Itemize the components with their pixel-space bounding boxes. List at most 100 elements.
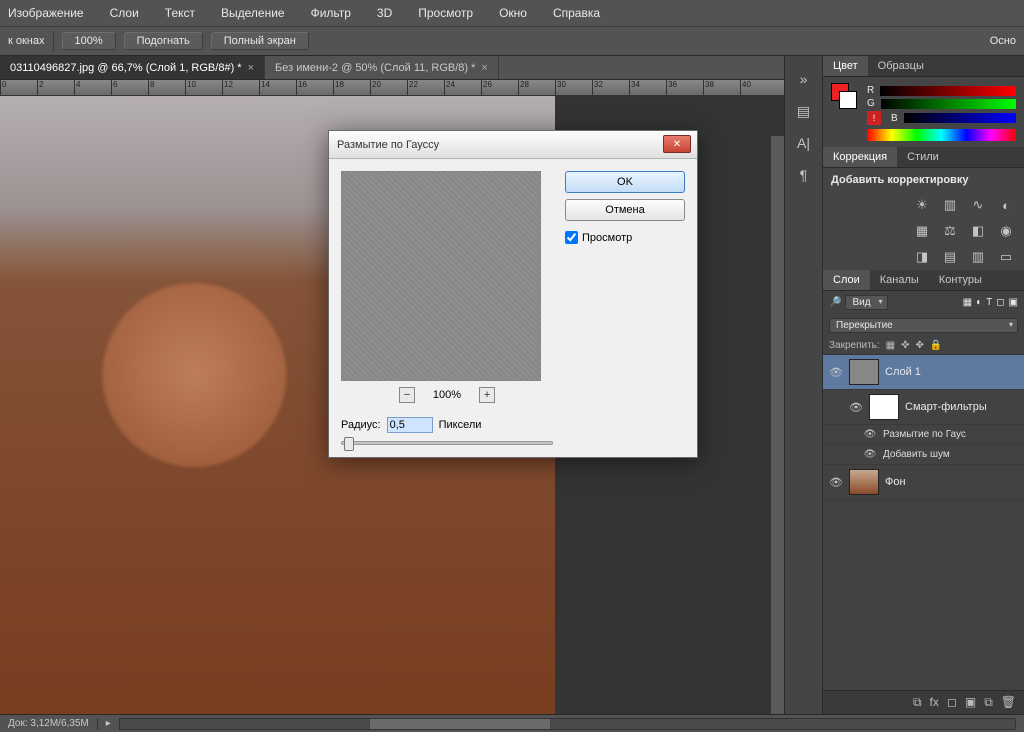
filter-type-icon[interactable]: T	[986, 297, 992, 308]
lock-pixels-icon[interactable]: ▦	[886, 340, 895, 351]
menu-item-3d[interactable]: 3D	[371, 4, 398, 22]
tab-layers[interactable]: Слои	[823, 270, 870, 290]
slider-r[interactable]	[880, 86, 1016, 96]
slider-b[interactable]	[904, 113, 1016, 123]
adj-levels-icon[interactable]: ▥	[940, 196, 960, 214]
adj-exposure-icon[interactable]: ◐	[996, 196, 1016, 214]
adj-threshold-icon[interactable]: ▥	[968, 248, 988, 266]
expand-panels-icon[interactable]: »	[794, 70, 814, 88]
filter-kind-icon[interactable]: 🔎	[829, 297, 841, 308]
radius-input[interactable]	[387, 417, 433, 433]
smart-filter-name[interactable]: Размытие по Гаус	[883, 429, 966, 440]
new-layer-icon[interactable]: ⧉	[984, 695, 993, 710]
document-tab-inactive[interactable]: Без имени-2 @ 50% (Слой 11, RGB/8) * ×	[265, 56, 499, 79]
radius-slider[interactable]	[341, 441, 553, 445]
ruler-tick: 2	[37, 80, 43, 95]
group-icon[interactable]: ▣	[965, 695, 976, 710]
tab-channels[interactable]: Каналы	[870, 270, 929, 290]
tab-styles[interactable]: Стили	[897, 147, 949, 167]
smart-filter-name[interactable]: Добавить шум	[883, 449, 950, 460]
character-panel-icon[interactable]: A|	[794, 134, 814, 152]
smart-filter-row[interactable]: 👁 Добавить шум	[823, 445, 1024, 465]
color-swatches[interactable]	[831, 83, 857, 141]
cancel-button[interactable]: Отмена	[565, 199, 685, 221]
document-tab-active[interactable]: 03110496827.jpg @ 66,7% (Слой 1, RGB/8#)…	[0, 56, 265, 79]
filter-smart-icon[interactable]: ▣	[1009, 297, 1018, 308]
adj-balance-icon[interactable]: ⚖	[940, 222, 960, 240]
menu-item-help[interactable]: Справка	[547, 4, 606, 22]
histogram-icon[interactable]: ▤	[794, 102, 814, 120]
label-g: G	[867, 98, 875, 109]
scrollbar-handle[interactable]	[370, 719, 550, 729]
tab-paths[interactable]: Контуры	[929, 270, 992, 290]
zoom-out-button[interactable]: −	[399, 387, 415, 403]
mask-icon[interactable]: ◻	[947, 695, 957, 710]
link-layers-icon[interactable]: ⧉	[913, 695, 922, 710]
adj-bw-icon[interactable]: ◧	[968, 222, 988, 240]
preview-checkbox[interactable]	[565, 231, 578, 244]
layer-row[interactable]: 👁 Слой 1	[823, 355, 1024, 390]
visibility-toggle[interactable]: 👁	[829, 476, 843, 489]
filter-adj-icon[interactable]: ◐	[976, 297, 982, 308]
background-swatch[interactable]	[839, 91, 857, 109]
dialog-titlebar[interactable]: Размытие по Гауссу ✕	[329, 131, 697, 159]
blend-mode-select[interactable]: Перекрытие	[829, 318, 1018, 333]
lock-all-icon[interactable]: 🔒	[930, 340, 942, 351]
tab-swatches[interactable]: Образцы	[868, 56, 934, 76]
layer-name[interactable]: Фон	[885, 476, 906, 488]
menu-item-view[interactable]: Просмотр	[412, 4, 479, 22]
horizontal-scrollbar[interactable]	[119, 718, 1016, 730]
tab-color[interactable]: Цвет	[823, 56, 868, 76]
visibility-toggle[interactable]: 👁	[863, 449, 877, 460]
visibility-toggle[interactable]: 👁	[849, 401, 863, 414]
layer-thumbnail[interactable]	[849, 359, 879, 385]
menu-item-layers[interactable]: Слои	[104, 4, 145, 22]
menu-item-image[interactable]: Изображение	[2, 4, 90, 22]
trash-icon[interactable]: 🗑	[1001, 695, 1016, 710]
adj-gradient-icon[interactable]: ▭	[996, 248, 1016, 266]
zoom-percent-button[interactable]: 100%	[62, 32, 116, 50]
hue-ramp[interactable]	[867, 129, 1016, 141]
menu-item-window[interactable]: Окно	[493, 4, 533, 22]
layer-name[interactable]: Слой 1	[885, 366, 921, 378]
lock-position-icon[interactable]: ✜	[901, 340, 909, 351]
paragraph-panel-icon[interactable]: ¶	[794, 166, 814, 184]
fx-icon[interactable]: fx	[930, 695, 939, 710]
menu-item-text[interactable]: Текст	[159, 4, 201, 22]
visibility-toggle[interactable]: 👁	[829, 366, 843, 379]
dialog-preview[interactable]	[341, 171, 541, 381]
layer-list: 👁 Слой 1 👁 Смарт-фильтры 👁 Размытие по Г…	[823, 355, 1024, 690]
status-arrow-icon[interactable]: ▸	[106, 718, 111, 729]
adj-brightness-icon[interactable]: ☀	[912, 196, 932, 214]
radius-slider-handle[interactable]	[344, 437, 354, 451]
adj-vibrance-icon[interactable]: ▦	[912, 222, 932, 240]
filter-pixel-icon[interactable]: ▦	[963, 297, 972, 308]
menu-item-select[interactable]: Выделение	[215, 4, 291, 22]
ok-button[interactable]: OK	[565, 171, 685, 193]
layer-row[interactable]: 👁 Смарт-фильтры	[823, 390, 1024, 425]
adj-curves-icon[interactable]: ∿	[968, 196, 988, 214]
vertical-scrollbar[interactable]	[770, 136, 784, 714]
gamut-warning-icon[interactable]: !	[867, 111, 881, 125]
adj-hue-icon[interactable]: ◉	[996, 222, 1016, 240]
close-icon[interactable]: ×	[481, 62, 487, 74]
zoom-in-button[interactable]: +	[479, 387, 495, 403]
filter-kind-select[interactable]: Вид	[845, 295, 887, 310]
close-icon[interactable]: ×	[248, 62, 254, 74]
smart-filter-row[interactable]: 👁 Размытие по Гаус	[823, 425, 1024, 445]
fullscreen-button[interactable]: Полный экран	[211, 32, 309, 50]
tab-adjustments[interactable]: Коррекция	[823, 147, 897, 167]
slider-g[interactable]	[881, 99, 1016, 109]
dialog-close-button[interactable]: ✕	[663, 135, 691, 153]
layer-row[interactable]: 👁 Фон	[823, 465, 1024, 500]
lock-move-icon[interactable]: ✥	[916, 340, 924, 351]
adj-invert-icon[interactable]: ◨	[912, 248, 932, 266]
visibility-toggle[interactable]: 👁	[863, 429, 877, 440]
menu-item-filter[interactable]: Фильтр	[305, 4, 357, 22]
adj-posterize-icon[interactable]: ▤	[940, 248, 960, 266]
filter-shape-icon[interactable]: ◻	[996, 297, 1004, 308]
fit-button[interactable]: Подогнать	[124, 32, 203, 50]
filter-mask-thumbnail[interactable]	[869, 394, 899, 420]
preview-checkbox-row[interactable]: Просмотр	[565, 231, 685, 244]
layer-thumbnail[interactable]	[849, 469, 879, 495]
